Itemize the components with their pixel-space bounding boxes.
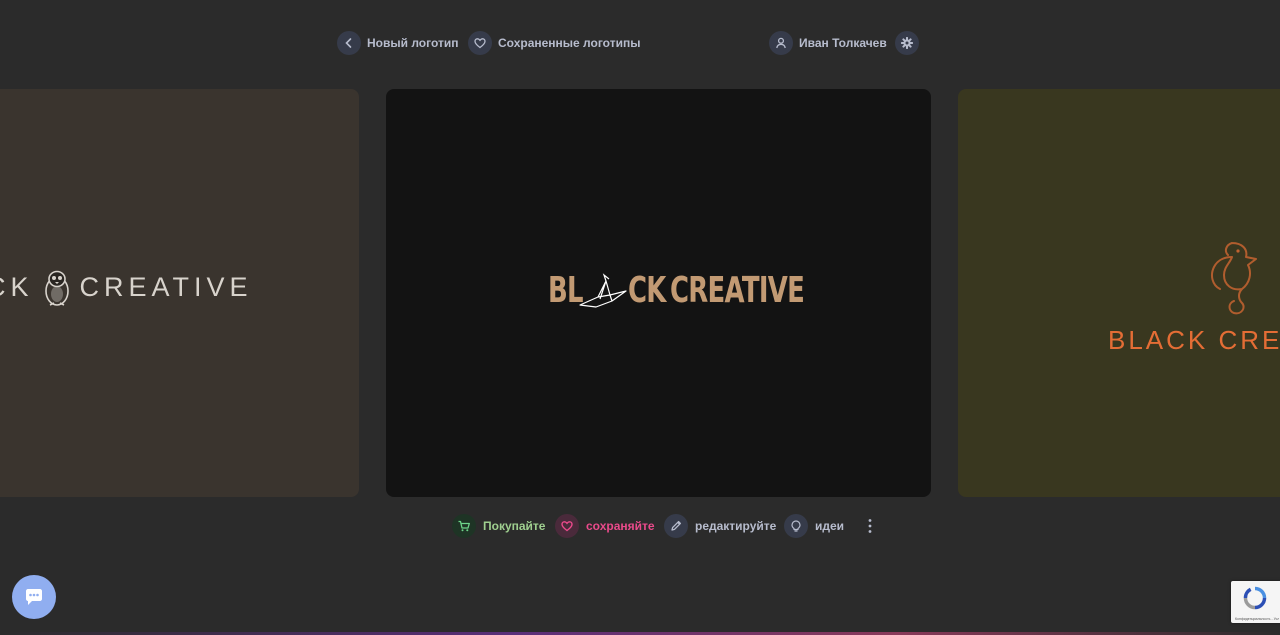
buy-label: Покупайте — [483, 519, 546, 533]
save-label: сохраняйте — [586, 519, 655, 533]
logo-left: CK CREATIVE — [0, 267, 359, 307]
chat-icon — [26, 589, 42, 605]
gear-icon — [895, 31, 919, 55]
logo-left-text-a: CK — [0, 271, 34, 302]
heart-icon — [468, 31, 492, 55]
chevron-left-icon — [337, 31, 361, 55]
new-logo-button[interactable]: Новый логотип — [337, 30, 459, 56]
pencil-icon — [664, 514, 688, 538]
new-logo-label: Новый логотип — [367, 36, 459, 50]
recaptcha-text: Конфиденциальность - Условия использован… — [1235, 617, 1279, 621]
ideas-label: идеи — [815, 519, 845, 533]
heart-icon — [555, 514, 579, 538]
user-profile-button[interactable]: Иван Толкачев — [769, 30, 887, 56]
logo-card-left[interactable]: CK CREATIVE — [0, 89, 359, 497]
user-name: Иван Толкачев — [799, 36, 887, 50]
logo-center: BL CK CREATIVE — [546, 269, 805, 315]
edit-button[interactable]: редактируйте — [664, 514, 776, 538]
logo-center-part-2: CK — [628, 270, 666, 311]
save-logo-button[interactable]: сохраняйте — [555, 514, 655, 538]
penguin-icon — [44, 270, 69, 306]
logo-center-part-3: CREATIVE — [670, 270, 805, 311]
lightbulb-icon — [784, 514, 808, 538]
chat-button[interactable] — [12, 575, 56, 619]
more-options-button[interactable] — [862, 514, 878, 538]
saved-logos-label: Сохраненные логотипы — [498, 36, 641, 50]
seahorse-icon — [1211, 242, 1257, 315]
settings-button[interactable] — [895, 30, 919, 56]
logo-card-right[interactable]: BLACK CREA — [958, 89, 1280, 497]
cart-icon — [452, 514, 476, 538]
logo-left-text-b: CREATIVE — [79, 271, 253, 302]
buy-button[interactable]: Покупайте — [452, 514, 545, 538]
user-icon — [769, 31, 793, 55]
logo-right-text: BLACK CREA — [1108, 325, 1280, 355]
ideas-button[interactable]: идеи — [784, 514, 844, 538]
origami-bird-icon — [579, 273, 627, 308]
logo-card-center[interactable]: BL CK CREATIVE — [386, 89, 931, 497]
recaptcha-badge[interactable]: Конфиденциальность - Условия использован… — [1231, 581, 1280, 623]
recaptcha-icon — [1243, 586, 1267, 610]
more-vertical-icon — [868, 519, 872, 533]
saved-logos-button[interactable]: Сохраненные логотипы — [468, 30, 640, 56]
edit-label: редактируйте — [695, 519, 777, 533]
